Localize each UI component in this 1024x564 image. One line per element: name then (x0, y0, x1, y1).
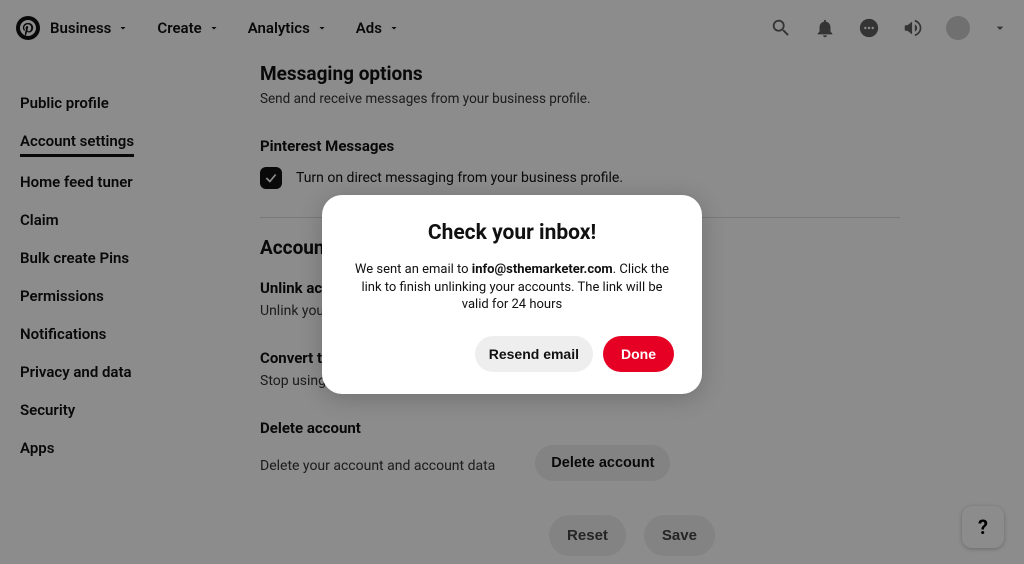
modal-title: Check your inbox! (350, 221, 674, 245)
modal-body-prefix: We sent an email to (355, 262, 472, 277)
check-inbox-modal: Check your inbox! We sent an email to in… (322, 195, 702, 394)
done-button[interactable]: Done (603, 336, 674, 372)
resend-email-button[interactable]: Resend email (475, 336, 593, 372)
modal-email: info@sthemarketer.com (472, 262, 613, 277)
modal-body: We sent an email to info@sthemarketer.co… (350, 261, 674, 314)
